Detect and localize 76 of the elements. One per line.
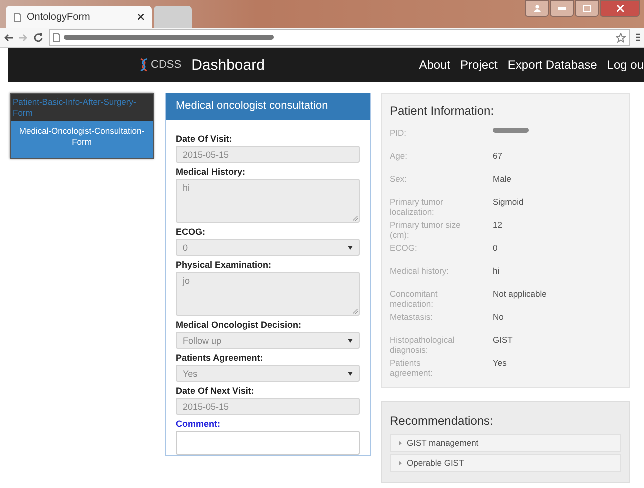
close-button[interactable] [600, 0, 640, 17]
panel-header: Medical oncologist consultation [166, 93, 370, 120]
minimize-icon [558, 7, 566, 10]
page-icon [14, 12, 21, 22]
panel-title: Recommendations: [390, 414, 494, 428]
info-value: 0 [493, 243, 498, 255]
maximize-button[interactable] [575, 0, 599, 17]
info-value: Not applicable [493, 289, 547, 301]
caret-icon [348, 246, 353, 250]
date-field[interactable]: 2015-05-15 [176, 146, 360, 163]
back-icon[interactable] [4, 34, 13, 42]
info-label: Metastasis: [390, 312, 434, 324]
info-label: ECOG: [390, 243, 418, 255]
field-label: Patients Agreement: [176, 353, 264, 363]
info-value: GIST [493, 335, 513, 347]
caret-icon [348, 372, 353, 376]
info-value: hi [493, 266, 500, 278]
caret-icon [399, 440, 402, 446]
person-icon [534, 5, 540, 12]
info-label: Histopathological diagnosis: [390, 335, 456, 358]
maximize-icon [583, 5, 591, 12]
select-field[interactable]: Yes [176, 365, 360, 382]
nav-link[interactable]: Log ou [607, 58, 644, 72]
star-icon[interactable] [616, 32, 626, 42]
profile-button[interactable] [525, 0, 549, 17]
field-label: Date Of Visit: [176, 134, 234, 144]
field-label: Medical Oncologist Decision: [176, 320, 303, 330]
accordion-item[interactable]: GIST management [390, 434, 621, 452]
field-label: Physical Examination: [176, 260, 273, 270]
panel-title: Patient Information: [390, 104, 496, 118]
info-value: 12 [493, 220, 502, 232]
menu-icon[interactable] [636, 33, 640, 42]
text-area[interactable]: hi [176, 179, 360, 223]
sidebar-item[interactable]: Medical-Oncologist-Consultation-Form [11, 121, 153, 158]
select-field[interactable]: Follow up [176, 332, 360, 349]
info-value: No [493, 312, 504, 324]
resize-grip-icon [353, 309, 358, 314]
info-label: Primary tumor size (cm): [390, 220, 462, 242]
dna-logo-icon [140, 58, 148, 72]
accordion-item[interactable]: Operable GIST [390, 454, 621, 472]
resize-grip-icon [353, 216, 358, 221]
redaction-mark [493, 128, 529, 133]
field-label: ECOG: [176, 227, 207, 237]
date-field[interactable]: 2015-05-15 [176, 398, 360, 415]
comment-field[interactable] [176, 431, 360, 455]
nav-link[interactable]: About [419, 58, 451, 72]
field-label: Medical History: [176, 167, 247, 177]
caret-icon [348, 338, 353, 342]
info-value: 67 [493, 151, 502, 163]
info-label: Medical history: [390, 266, 450, 278]
info-label: PID: [390, 128, 408, 140]
info-label: Patients agreement: [390, 358, 434, 380]
select-field[interactable]: 0 [176, 239, 360, 256]
page-icon [53, 33, 60, 42]
close-icon [616, 5, 624, 12]
info-value: Yes [493, 358, 507, 370]
reload-icon[interactable] [34, 33, 43, 42]
address-bar[interactable] [49, 29, 630, 46]
field-label: Date Of Next Visit: [176, 386, 256, 396]
nav-link[interactable]: Project [460, 58, 498, 72]
browser-tab[interactable]: OntologyForm [6, 6, 152, 28]
info-label: Age: [390, 151, 408, 163]
minimize-button[interactable] [550, 0, 574, 17]
text-area[interactable]: jo [176, 272, 360, 316]
info-value: Male [493, 174, 512, 186]
field-label: Comment: [176, 419, 222, 429]
close-icon[interactable] [138, 14, 144, 20]
app-title: Dashboard [192, 56, 265, 74]
info-label: Sex: [390, 174, 408, 186]
info-label: Primary tumor localization: [390, 197, 444, 220]
caret-icon [399, 460, 402, 466]
info-label: Concomitant medication: [390, 289, 439, 312]
info-value: Sigmoid [493, 197, 524, 209]
brand-name: CDSS [151, 59, 182, 71]
sidebar-item[interactable]: Patient-Basic-Info-After-Surgery-Form [11, 94, 153, 122]
nav-link[interactable]: Export Database [508, 58, 598, 72]
